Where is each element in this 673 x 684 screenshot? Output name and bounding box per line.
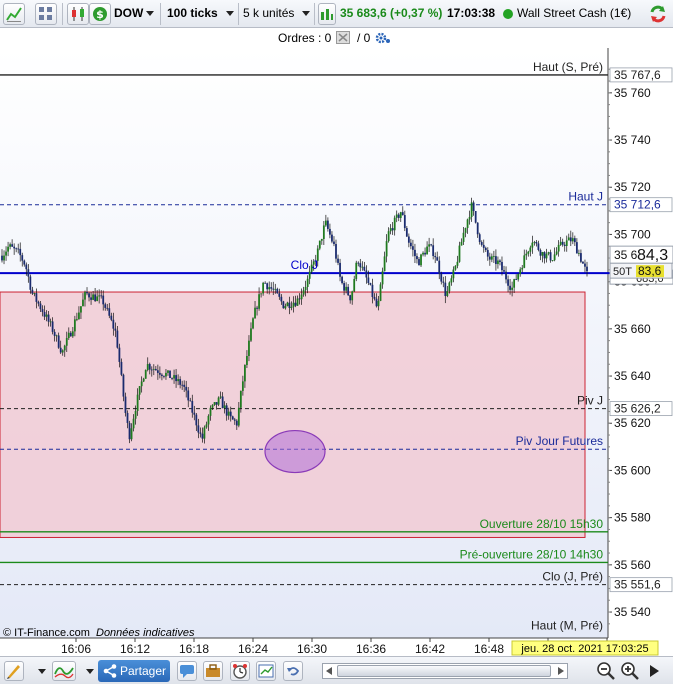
scroll-right-end-icon[interactable]: [650, 665, 659, 677]
instrument-select[interactable]: DOW: [114, 6, 143, 20]
y-tick-label-7: 35 620: [614, 416, 651, 430]
orders-count: Ordres : 0: [278, 31, 332, 45]
price-change: 35 683,6 (+0,37 %): [340, 6, 443, 20]
orders-bar: Ordres : 0 / 0: [0, 28, 673, 48]
range-box-layer: [0, 291, 586, 538]
chart-type-icon[interactable]: [3, 3, 25, 25]
x-tick-label-6: 16:42: [415, 642, 445, 656]
candle: [252, 317, 254, 330]
chevron-down-icon[interactable]: [86, 669, 94, 674]
level-label-0: Haut (S, Pré): [533, 60, 603, 74]
level-price-1: 35 712,6: [614, 198, 661, 212]
svg-text:$: $: [96, 8, 104, 21]
share-label: Partager: [120, 664, 167, 678]
chevron-down-icon[interactable]: [226, 11, 234, 16]
level-price-3: 35 626,2: [614, 402, 661, 416]
scroll-thumb[interactable]: [337, 665, 551, 677]
main-toolbar: $ DOW 100 ticks 5 k unités 35 683,6 (+0,…: [0, 0, 673, 28]
y-tick-label-2: 35 720: [614, 180, 651, 194]
bottom-toolbar: Partager: [0, 656, 673, 684]
x-tick-label-7: 16:48: [474, 642, 504, 656]
candle: [144, 369, 147, 379]
level-label-8: Haut (M, Pré): [531, 618, 603, 632]
chart-compare-icon[interactable]: [318, 3, 336, 25]
zoom-out-icon[interactable]: [596, 661, 616, 681]
candle: [355, 260, 358, 282]
drawing-tool-icon[interactable]: [4, 661, 24, 681]
chat-icon[interactable]: [177, 661, 197, 681]
candle: [282, 300, 285, 309]
dollar-settings-icon[interactable]: $: [89, 3, 111, 25]
x-tick-label-1: 16:12: [120, 642, 150, 656]
y-tick-label-8: 35 600: [614, 463, 651, 477]
candle: [169, 370, 171, 379]
chevron-down-icon[interactable]: [38, 669, 46, 674]
last-price-prefix: 35 6: [614, 248, 638, 262]
candle: [379, 282, 382, 302]
level-label-6: Pré-ouverture 28/10 14h30: [460, 547, 604, 561]
y-tick-label-11: 35 540: [614, 605, 651, 619]
level-label-4: Piv Jour Futures: [516, 434, 603, 448]
market-status-icon: [503, 9, 513, 19]
y-tick-label-3: 35 700: [614, 227, 651, 241]
last-price-layer: 683,650T 83,635 6 84,3: [609, 245, 673, 285]
clock-time: 17:03:38: [447, 6, 496, 20]
scroll-right-icon[interactable]: [558, 667, 564, 675]
ticks-select[interactable]: 100 ticks: [167, 6, 218, 20]
highlight-ellipse[interactable]: [264, 429, 326, 474]
share-button[interactable]: Partager: [98, 660, 170, 682]
level-label-7: Clo (J, Pré): [542, 570, 603, 584]
level-label-5: Ouverture 28/10 15h30: [480, 517, 604, 531]
disclaimer-text: Données indicatives: [96, 627, 195, 639]
chart-window-icon[interactable]: [256, 661, 276, 681]
level-label-1: Haut J: [568, 190, 603, 204]
bid-prefix: 50T: [613, 266, 632, 278]
price-chart[interactable]: Haut (S, Pré) 35 767,6 Haut J 35 712,6 Clo J…: [0, 48, 673, 656]
x-tick-label-5: 16:36: [356, 642, 386, 656]
candlestick-icon[interactable]: [67, 3, 89, 25]
zoom-in-icon[interactable]: [620, 661, 640, 681]
indicator-icon[interactable]: [52, 661, 76, 681]
alarm-clock-icon[interactable]: [230, 661, 250, 681]
y-tick-label-0: 35 760: [614, 86, 651, 100]
gear-icon[interactable]: [375, 31, 391, 45]
undo-icon[interactable]: [283, 661, 303, 681]
last-price-suffix: 84,3: [637, 247, 668, 264]
level-price-0: 35 767,6: [614, 68, 661, 82]
chevron-down-icon[interactable]: [146, 11, 154, 16]
refresh-icon[interactable]: [648, 4, 668, 24]
copyright-text: © IT-Finance.com: [3, 627, 90, 639]
y-tick-label-1: 35 740: [614, 133, 651, 147]
bid-value: 83,6: [638, 264, 662, 278]
level-label-2: Clo J: [291, 258, 318, 272]
candle: [420, 253, 422, 267]
level-price-7: 35 551,6: [614, 578, 661, 592]
units-select[interactable]: 5 k unités: [243, 6, 294, 20]
level-label-3: Piv J: [577, 394, 603, 408]
y-tick-label-9: 35 580: [614, 511, 651, 525]
share-icon: [103, 664, 117, 678]
chevron-down-icon[interactable]: [302, 11, 310, 16]
candle: [474, 210, 477, 224]
orders-separator: / 0: [357, 31, 371, 45]
toolbox-icon[interactable]: [203, 661, 223, 681]
x-tick-label-0: 16:06: [61, 642, 91, 656]
grid-layout-icon[interactable]: [35, 3, 57, 25]
scroll-left-icon[interactable]: [326, 667, 332, 675]
market-name: Wall Street Cash (1€): [517, 6, 632, 20]
y-tick-label-10: 35 560: [614, 558, 651, 572]
x-tick-label-3: 16:24: [238, 642, 268, 656]
highlight-layer: [264, 429, 326, 474]
range-box[interactable]: [0, 291, 586, 538]
y-tick-label-6: 35 640: [614, 369, 651, 383]
cursor-date-text: jeu. 28 oct. 2021 17:03:25: [520, 643, 648, 655]
y-tick-label-5: 35 660: [614, 322, 651, 336]
x-tick-label-4: 16:30: [297, 642, 327, 656]
x-tick-label-2: 16:18: [179, 642, 209, 656]
orders-cancel-icon[interactable]: [336, 31, 350, 44]
time-scrollbar[interactable]: [322, 663, 568, 679]
